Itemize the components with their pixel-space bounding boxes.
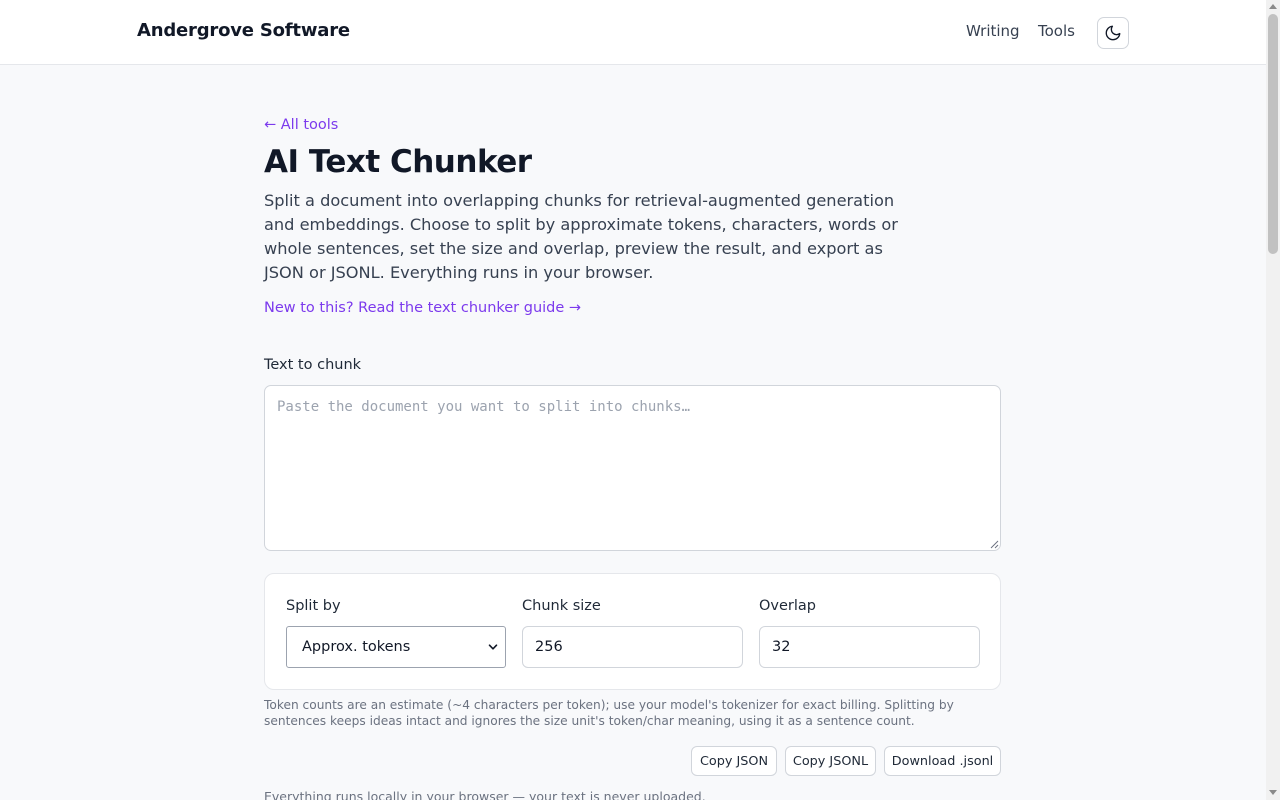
copy-jsonl-button[interactable]: Copy JSONL (785, 746, 876, 776)
theme-toggle-button[interactable] (1097, 17, 1129, 49)
privacy-footer-note: Everything runs locally in your browser … (264, 789, 706, 800)
chevron-down-icon (488, 644, 498, 650)
moon-icon (1105, 25, 1121, 41)
page-title: AI Text Chunker (264, 144, 532, 180)
back-to-all-tools-link[interactable]: ← All tools (264, 117, 338, 133)
copy-json-button[interactable]: Copy JSON (691, 746, 777, 776)
guide-link[interactable]: New to this? Read the text chunker guide… (264, 300, 581, 316)
scroll-up-arrow-icon[interactable] (1269, 4, 1277, 9)
chunk-size-input[interactable] (522, 626, 743, 668)
overlap-label: Overlap (759, 598, 816, 614)
nav-link-writing[interactable]: Writing (966, 22, 1020, 40)
scrollbar-thumb[interactable] (1268, 14, 1278, 254)
brand-logo-link[interactable]: Andergrove Software (137, 20, 350, 41)
overlap-input[interactable] (759, 626, 980, 668)
split-by-label: Split by (286, 598, 341, 614)
token-estimate-help-text: Token counts are an estimate (~4 charact… (264, 698, 954, 728)
page-scrollbar[interactable] (1266, 0, 1280, 800)
tool-description: Split a document into overlapping chunks… (264, 191, 898, 282)
text-input-label: Text to chunk (264, 357, 362, 373)
nav-link-tools[interactable]: Tools (1038, 22, 1075, 40)
chunk-size-label: Chunk size (522, 598, 601, 614)
scroll-down-arrow-icon[interactable] (1269, 790, 1277, 795)
resize-grip-icon[interactable] (990, 540, 999, 549)
download-jsonl-button[interactable]: Download .jsonl (884, 746, 1001, 776)
text-to-chunk-input[interactable] (264, 385, 1001, 551)
split-by-select[interactable]: Approx. tokens (286, 626, 506, 668)
site-header: Andergrove Software Writing Tools (0, 0, 1266, 65)
split-by-selected-value: Approx. tokens (302, 639, 411, 655)
